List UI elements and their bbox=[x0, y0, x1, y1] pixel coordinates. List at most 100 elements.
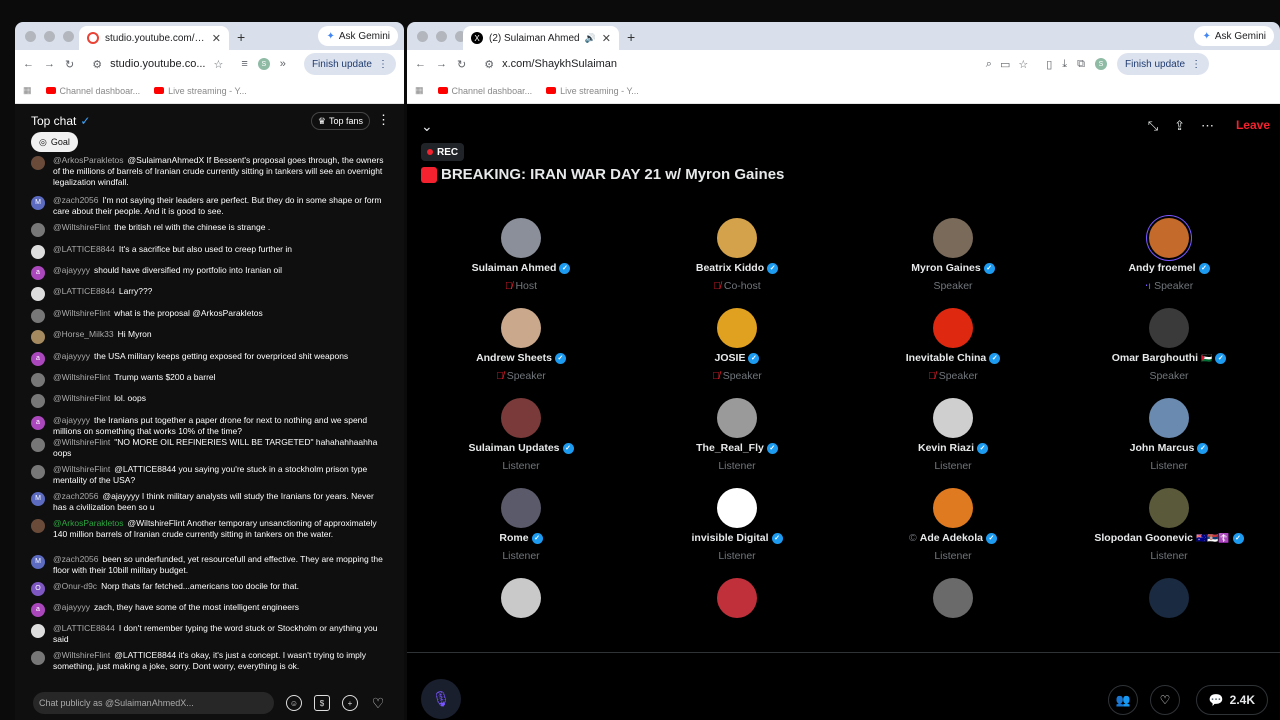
participant-avatar[interactable] bbox=[1149, 308, 1189, 348]
more-icon[interactable]: ⋯ bbox=[1201, 118, 1214, 134]
participant-avatar[interactable] bbox=[717, 308, 757, 348]
participant-avatar[interactable] bbox=[501, 218, 541, 258]
chat-message[interactable]: @LATTICE8844 Larry??? bbox=[15, 286, 404, 301]
participant[interactable]: Sulaiman Updates ✓ Listener bbox=[413, 398, 629, 472]
avatar[interactable] bbox=[31, 330, 45, 344]
chat-message[interactable]: @WiltshireFlint @LATTICE8844 it's okay, i… bbox=[15, 650, 404, 672]
share-icon[interactable]: ⇪ bbox=[1174, 118, 1185, 134]
ask-gemini-button[interactable]: ✦ Ask Gemini bbox=[318, 26, 398, 46]
bookmark-channel-dashboard[interactable]: Channel dashboar... bbox=[437, 86, 532, 96]
participant[interactable]: Myron Gaines ✓ Speaker bbox=[845, 218, 1061, 292]
message-author[interactable]: @WiltshireFlint bbox=[53, 437, 110, 447]
tab-x-profile[interactable]: X (2) Sulaiman Ahmed (@Sl 🔊 ✕ bbox=[463, 26, 619, 50]
ask-gemini-button[interactable]: ✦ Ask Gemini bbox=[1194, 26, 1274, 46]
reload-icon[interactable]: ↻ bbox=[65, 58, 74, 71]
finish-update-button[interactable]: Finish update ⋮ bbox=[303, 53, 396, 75]
message-author[interactable]: @ajayyyy bbox=[53, 415, 90, 425]
participant[interactable] bbox=[1061, 578, 1277, 618]
participant-avatar[interactable] bbox=[501, 578, 541, 618]
chat-message-list[interactable]: @ArkosParakletos @SulaimanAhmedX If Besse… bbox=[15, 155, 404, 680]
profile-avatar[interactable]: S bbox=[1095, 58, 1108, 70]
chat-message[interactable]: @Horse_Milk33 Hi Myron bbox=[15, 329, 404, 344]
participant[interactable]: Beatrix Kiddo ✓ 🎙̸ Co-host bbox=[629, 218, 845, 292]
chat-message[interactable]: M @zach2056 been so underfunded, yet resou… bbox=[15, 554, 404, 576]
avatar[interactable]: M bbox=[31, 196, 45, 210]
avatar[interactable] bbox=[31, 373, 45, 387]
finish-update-button[interactable]: Finish update ⋮ bbox=[1117, 53, 1210, 75]
leave-button[interactable]: Leave bbox=[1236, 118, 1270, 132]
participant[interactable]: Inevitable China ✓ 🎙̸ Speaker bbox=[845, 308, 1061, 382]
participant-avatar[interactable] bbox=[933, 398, 973, 438]
participant[interactable]: The_Real_Fly ✓ Listener bbox=[629, 398, 845, 472]
participant[interactable]: Sulaiman Ahmed ✓ 🎙̸ Host bbox=[413, 218, 629, 292]
participant[interactable] bbox=[845, 578, 1061, 618]
chat-message[interactable]: @WiltshireFlint lol. oops bbox=[15, 393, 404, 408]
participant-avatar[interactable] bbox=[1149, 488, 1189, 528]
chat-message[interactable]: @ArkosParakletos @WiltshireFlint Another … bbox=[15, 518, 404, 540]
chat-message[interactable]: @LATTICE8844 I don't remember typing the … bbox=[15, 623, 404, 645]
forward-icon[interactable]: → bbox=[436, 58, 447, 70]
avatar[interactable] bbox=[31, 465, 45, 479]
overflow-chevron-icon[interactable]: » bbox=[280, 58, 286, 70]
avatar[interactable] bbox=[31, 519, 45, 533]
top-fans-button[interactable]: ♛ Top fans bbox=[310, 112, 370, 130]
participant-avatar[interactable] bbox=[717, 488, 757, 528]
cast-icon[interactable]: ▭ bbox=[1000, 58, 1010, 71]
participant-avatar[interactable] bbox=[501, 308, 541, 348]
participant-avatar[interactable] bbox=[933, 308, 973, 348]
replies-button[interactable]: 💬 2.4K bbox=[1195, 685, 1268, 715]
zoom-icon[interactable]: ⌕ bbox=[986, 58, 992, 71]
chat-message[interactable]: a @ajayyyy zach, they have some of the mos… bbox=[15, 602, 404, 617]
participant-avatar[interactable] bbox=[501, 398, 541, 438]
message-author[interactable]: @Horse_Milk33 bbox=[53, 329, 114, 339]
avatar[interactable] bbox=[31, 223, 45, 237]
add-icon[interactable]: + bbox=[342, 695, 358, 711]
participant[interactable]: Omar Barghouthi 🇵🇸 ✓ Speaker bbox=[1061, 308, 1277, 382]
chevron-down-icon[interactable]: ✓ bbox=[80, 114, 90, 128]
chat-input[interactable]: Chat publicly as @SulaimanAhmedX... bbox=[33, 692, 274, 714]
participant[interactable]: Andy froemel ✓ ⋅ı Speaker bbox=[1061, 218, 1277, 292]
message-author[interactable]: @LATTICE8844 bbox=[53, 623, 115, 633]
collapse-chevron-icon[interactable]: ⌄ bbox=[421, 118, 433, 135]
site-settings-icon[interactable]: ⚙ bbox=[484, 58, 494, 71]
site-settings-icon[interactable]: ⚙ bbox=[92, 58, 102, 71]
chat-message[interactable]: a @ajayyyy the Iranians put together a pap… bbox=[15, 415, 404, 437]
tab-youtube-studio[interactable]: studio.youtube.com/live_chat ✕ bbox=[79, 26, 229, 50]
participant[interactable]: Kevin Riazi ✓ Listener bbox=[845, 398, 1061, 472]
goal-chip[interactable]: ◎ Goal bbox=[31, 132, 78, 152]
participant[interactable]: Andrew Sheets ✓ 🎙̸ Speaker bbox=[413, 308, 629, 382]
participant[interactable]: Slopodan Goonevic 🇦🇺🇷🇸☦️ ✓ Listener bbox=[1061, 488, 1277, 562]
avatar[interactable] bbox=[31, 156, 45, 170]
sidebar-icon[interactable]: ▯ bbox=[1046, 58, 1052, 71]
chat-message[interactable]: @WiltshireFlint @LATTICE8844 you saying y… bbox=[15, 464, 404, 486]
chat-message[interactable]: a @ajayyyy the USA military keeps getting … bbox=[15, 351, 404, 366]
avatar[interactable]: M bbox=[31, 492, 45, 506]
chat-menu-icon[interactable]: ⋮ bbox=[377, 112, 390, 128]
participant[interactable]: John Marcus ✓ Listener bbox=[1061, 398, 1277, 472]
chat-message[interactable]: @WiltshireFlint the british rel with the … bbox=[15, 222, 404, 237]
message-author[interactable]: @WiltshireFlint bbox=[53, 393, 110, 403]
avatar[interactable] bbox=[31, 624, 45, 638]
avatar[interactable]: a bbox=[31, 352, 45, 366]
new-tab-icon[interactable]: + bbox=[237, 29, 245, 45]
message-author[interactable]: @WiltshireFlint bbox=[53, 650, 110, 660]
message-author[interactable]: @WiltshireFlint bbox=[53, 308, 110, 318]
emoji-icon[interactable]: ☺ bbox=[286, 695, 302, 711]
message-author[interactable]: @Onur-d9c bbox=[53, 581, 97, 591]
back-icon[interactable]: ← bbox=[23, 58, 34, 70]
window-controls[interactable] bbox=[417, 31, 466, 42]
speaker-icon[interactable]: 🔊 bbox=[585, 33, 596, 44]
message-author[interactable]: @zach2056 bbox=[53, 554, 99, 564]
chat-message[interactable]: @ArkosParakletos @SulaimanAhmedX If Besse… bbox=[15, 155, 404, 187]
tab-search-icon[interactable]: ≡ bbox=[241, 58, 247, 70]
participant-avatar[interactable] bbox=[933, 578, 973, 618]
avatar[interactable] bbox=[31, 245, 45, 259]
participant-avatar[interactable] bbox=[717, 218, 757, 258]
apps-icon[interactable]: ▦ bbox=[415, 85, 424, 96]
close-tab-icon[interactable]: ✕ bbox=[602, 32, 611, 45]
avatar[interactable] bbox=[31, 394, 45, 408]
avatar[interactable]: a bbox=[31, 603, 45, 617]
participant-avatar[interactable] bbox=[1149, 218, 1189, 258]
participant[interactable]: invisible Digital ✓ Listener bbox=[629, 488, 845, 562]
bookmark-live-streaming[interactable]: Live streaming - Y... bbox=[546, 86, 639, 96]
